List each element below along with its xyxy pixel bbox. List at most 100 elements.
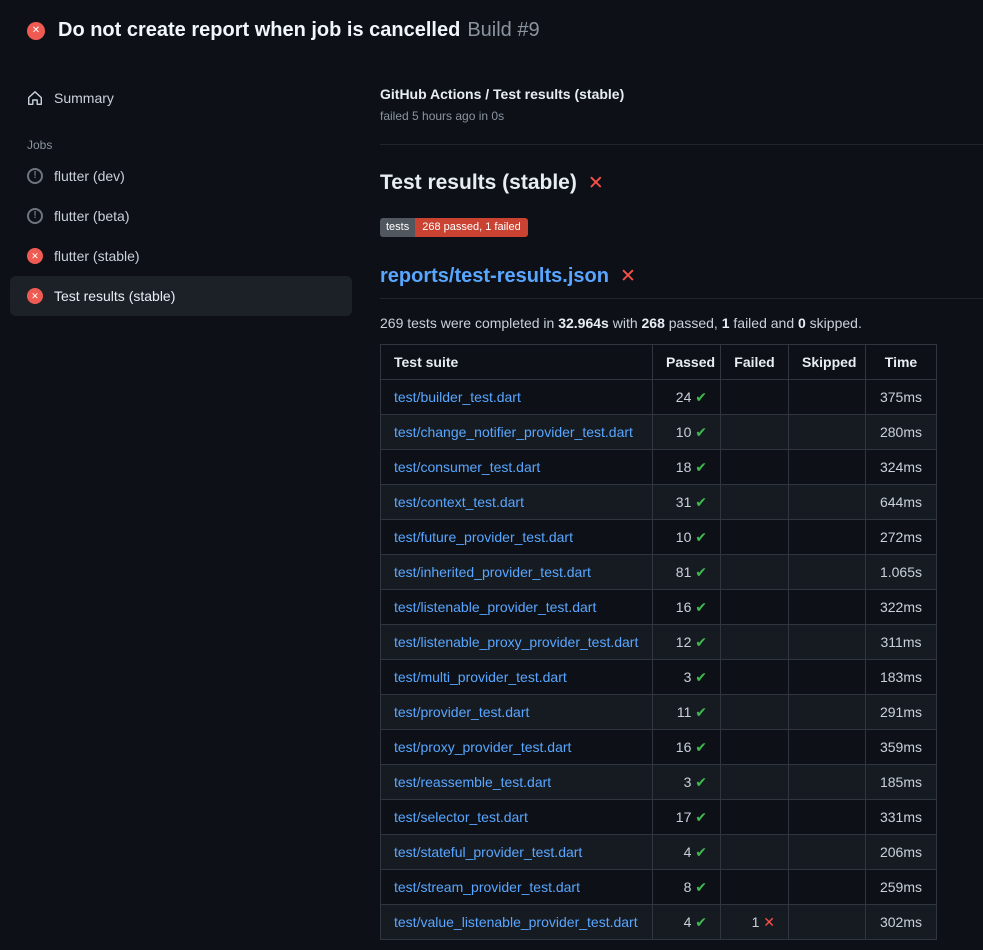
- time-cell: 259ms: [866, 870, 937, 905]
- sidebar-item-test-results-stable[interactable]: ✕ Test results (stable): [10, 276, 352, 316]
- skipped-cell: [789, 870, 866, 905]
- time-cell: 280ms: [866, 415, 937, 450]
- time-cell: 324ms: [866, 450, 937, 485]
- check-icon: ✔: [695, 424, 707, 440]
- time-cell: 302ms: [866, 905, 937, 940]
- table-row: test/context_test.dart31 ✔644ms: [381, 485, 937, 520]
- home-icon: [27, 90, 43, 106]
- test-suite-link[interactable]: test/listenable_provider_test.dart: [394, 599, 596, 615]
- badge-value: 268 passed, 1 failed: [415, 218, 527, 237]
- passed-cell: 24 ✔: [653, 380, 721, 415]
- time-cell: 1.065s: [866, 555, 937, 590]
- failed-cell: [721, 695, 789, 730]
- failed-cell: [721, 835, 789, 870]
- failed-cell: [721, 730, 789, 765]
- test-suite-link[interactable]: test/stateful_provider_test.dart: [394, 844, 582, 860]
- failed-cell: [721, 870, 789, 905]
- check-icon: ✔: [695, 774, 707, 790]
- sidebar-item-flutter-stable[interactable]: ✕ flutter (stable): [10, 236, 352, 276]
- test-suite-link[interactable]: test/listenable_proxy_provider_test.dart: [394, 634, 638, 650]
- failed-x-icon: ✕: [620, 267, 636, 286]
- sidebar-item-flutter-beta[interactable]: ! flutter (beta): [10, 196, 352, 236]
- time-cell: 644ms: [866, 485, 937, 520]
- table-row: test/listenable_provider_test.dart16 ✔32…: [381, 590, 937, 625]
- test-suite-link[interactable]: test/context_test.dart: [394, 494, 524, 510]
- skipped-cell: [789, 695, 866, 730]
- test-suite-link[interactable]: test/provider_test.dart: [394, 704, 529, 720]
- test-suite-link[interactable]: test/proxy_provider_test.dart: [394, 739, 571, 755]
- test-suite-link[interactable]: test/reassemble_test.dart: [394, 774, 551, 790]
- check-icon: ✔: [695, 529, 707, 545]
- check-icon: ✔: [695, 634, 707, 650]
- main-content: GitHub Actions / Test results (stable) f…: [380, 56, 983, 940]
- sidebar-item-summary[interactable]: Summary: [10, 78, 352, 118]
- time-cell: 331ms: [866, 800, 937, 835]
- test-suite-link[interactable]: test/consumer_test.dart: [394, 459, 540, 475]
- column-header: Failed: [721, 345, 789, 380]
- passed-cell: 11 ✔: [653, 695, 721, 730]
- failed-x-icon: ✕: [588, 174, 604, 193]
- check-icon: ✔: [695, 879, 707, 895]
- test-suite-link[interactable]: test/change_notifier_provider_test.dart: [394, 424, 633, 440]
- test-suite-cell: test/consumer_test.dart: [381, 450, 653, 485]
- failed-cell: [721, 485, 789, 520]
- table-row: test/stream_provider_test.dart 8 ✔ 259ms: [381, 870, 937, 905]
- table-row: test/multi_provider_test.dart3 ✔183ms: [381, 660, 937, 695]
- failed-cell: [721, 765, 789, 800]
- divider: [380, 144, 983, 145]
- passed-cell: 10 ✔: [653, 415, 721, 450]
- passed-cell: 3 ✔: [653, 765, 721, 800]
- skipped-cell: [789, 450, 866, 485]
- time-cell: 206ms: [866, 835, 937, 870]
- test-suite-cell: test/stream_provider_test.dart: [381, 870, 653, 905]
- test-suite-link[interactable]: test/future_provider_test.dart: [394, 529, 573, 545]
- test-suite-link[interactable]: test/builder_test.dart: [394, 389, 521, 405]
- table-row: test/consumer_test.dart18 ✔324ms: [381, 450, 937, 485]
- neutral-status-icon: !: [27, 208, 43, 224]
- table-row: test/reassemble_test.dart3 ✔185ms: [381, 765, 937, 800]
- failed-cell: [721, 590, 789, 625]
- table-row: test/builder_test.dart 24 ✔ 375ms: [381, 380, 937, 415]
- sidebar: Summary Jobs ! flutter (dev) ! flutter (…: [0, 56, 380, 316]
- skipped-cell: [789, 590, 866, 625]
- passed-cell: 16 ✔: [653, 590, 721, 625]
- test-results-table: Test suite Passed Failed Skipped Time te…: [380, 344, 937, 940]
- failed-cell: [721, 415, 789, 450]
- test-suite-cell: test/proxy_provider_test.dart: [381, 730, 653, 765]
- skipped-cell: [789, 905, 866, 940]
- table-row: test/change_notifier_provider_test.dart 1…: [381, 415, 937, 450]
- time-cell: 359ms: [866, 730, 937, 765]
- results-tbody: test/builder_test.dart24 ✔375mstest/chan…: [381, 380, 937, 940]
- test-suite-link[interactable]: test/inherited_provider_test.dart: [394, 564, 591, 580]
- test-suite-cell: test/listenable_provider_test.dart: [381, 590, 653, 625]
- test-suite-cell: test/provider_test.dart: [381, 695, 653, 730]
- breadcrumb: GitHub Actions / Test results (stable): [380, 86, 983, 102]
- test-suite-link[interactable]: test/multi_provider_test.dart: [394, 669, 567, 685]
- sidebar-item-flutter-dev[interactable]: ! flutter (dev): [10, 156, 352, 196]
- neutral-status-icon: !: [27, 168, 43, 184]
- sidebar-item-label: flutter (stable): [54, 246, 140, 266]
- skipped-cell: [789, 415, 866, 450]
- jobs-heading: Jobs: [27, 138, 352, 152]
- test-suite-cell: test/listenable_proxy_provider_test.dart: [381, 625, 653, 660]
- test-suite-link[interactable]: test/selector_test.dart: [394, 809, 528, 825]
- section-title-text: Test results (stable): [380, 171, 577, 195]
- test-suite-link[interactable]: test/stream_provider_test.dart: [394, 879, 580, 895]
- report-file-link[interactable]: reports/test-results.json: [380, 265, 609, 288]
- table-row: test/provider_test.dart 11 ✔ 291ms: [381, 695, 937, 730]
- failed-cell: [721, 800, 789, 835]
- test-suite-cell: test/multi_provider_test.dart: [381, 660, 653, 695]
- test-suite-cell: test/context_test.dart: [381, 485, 653, 520]
- passed-cell: 8 ✔: [653, 870, 721, 905]
- check-icon: ✔: [695, 809, 707, 825]
- time-cell: 291ms: [866, 695, 937, 730]
- run-status-text: failed 5 hours ago in 0s: [380, 109, 983, 123]
- table-row: test/value_listenable_provider_test.dart…: [381, 905, 937, 940]
- test-suite-link[interactable]: test/value_listenable_provider_test.dart: [394, 914, 638, 930]
- section-title: Test results (stable) ✕: [380, 171, 983, 195]
- skipped-cell: [789, 765, 866, 800]
- x-icon: ✕: [763, 914, 775, 930]
- table-row: test/selector_test.dart17 ✔331ms: [381, 800, 937, 835]
- time-cell: 375ms: [866, 380, 937, 415]
- report-heading: reports/test-results.json ✕: [380, 265, 983, 299]
